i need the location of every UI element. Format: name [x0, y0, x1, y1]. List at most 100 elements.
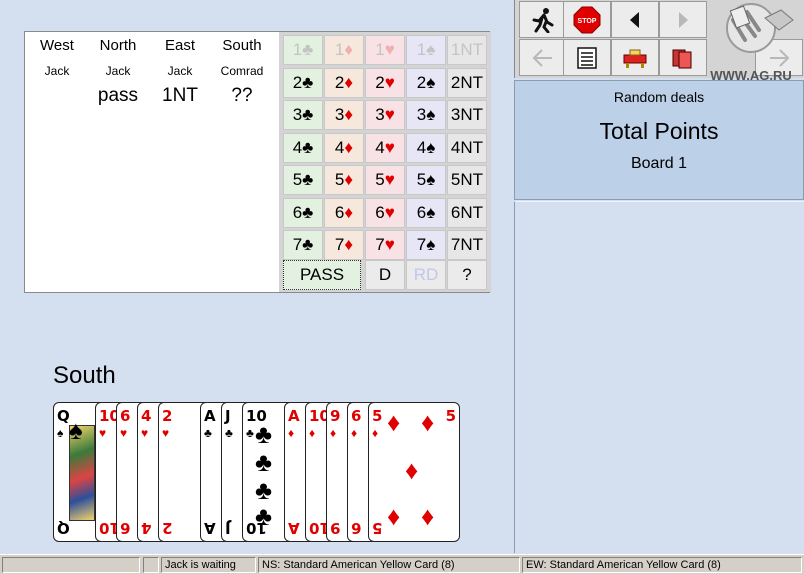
diamond-suit-icon: ♦ — [344, 170, 354, 189]
card-rank: 4 — [141, 519, 152, 537]
bid-2-spades[interactable]: 2♠ — [406, 67, 446, 98]
bid-7-spades[interactable]: 7♠ — [406, 230, 446, 260]
double-button[interactable]: D — [365, 260, 405, 290]
card-suit-icon: ♥ — [162, 426, 170, 440]
playing-card[interactable]: 5 ♦ 5 ♦ ♦ ♦ ♦ ♦ 5 — [368, 402, 460, 542]
bid-level: 4 — [375, 137, 385, 157]
back-arrow-icon[interactable] — [611, 1, 659, 38]
seat-player: Comrad — [220, 64, 264, 78]
card-center-pip: ♣ — [255, 447, 273, 477]
diamond-suit-icon: ♦ — [344, 137, 354, 157]
card-center-pip: ♠ — [69, 415, 83, 445]
bid-7-nt[interactable]: 7NT — [447, 230, 487, 260]
notrump-label: NT — [460, 105, 484, 124]
notrump-label: NT — [460, 137, 484, 157]
club-suit-icon: ♣ — [302, 105, 314, 124]
bid-1-spades[interactable]: 1♠ — [406, 35, 446, 65]
card-rank: 4 — [141, 407, 152, 425]
bid-5-hearts[interactable]: 5♥ — [365, 165, 405, 195]
card-suit-icon: ♦ — [288, 426, 295, 440]
bid-4-spades[interactable]: 4♠ — [406, 132, 446, 163]
bid-5-spades[interactable]: 5♠ — [406, 165, 446, 195]
seat-call: ?? — [231, 85, 253, 106]
bid-level: 6 — [450, 202, 461, 222]
card-suit-icon: ♣ — [246, 426, 254, 440]
bid-level: 1 — [292, 40, 303, 59]
pass-button[interactable]: PASS — [283, 260, 361, 290]
bid-3-hearts[interactable]: 3♥ — [365, 100, 405, 130]
bid-6-hearts[interactable]: 6♥ — [365, 197, 405, 228]
notrump-label: NT — [460, 170, 484, 189]
club-suit-icon: ♣ — [302, 40, 314, 59]
heart-suit-icon: ♥ — [384, 137, 395, 157]
bid-level: 4 — [416, 137, 427, 157]
seat-player: Jack — [167, 64, 193, 78]
forward-arrow-icon[interactable] — [659, 1, 707, 38]
card-center-pip: ♦ — [405, 455, 419, 485]
card-rank: 6 — [351, 519, 362, 537]
diamond-suit-icon: ♦ — [344, 105, 354, 124]
status-bar: Jack is waiting NS: Standard American Ye… — [0, 554, 804, 574]
card-center-pip: ♣ — [255, 419, 273, 449]
seat-name: East — [164, 37, 195, 54]
bid-level: 4 — [450, 137, 461, 157]
stop-icon[interactable]: STOP — [563, 1, 611, 38]
card-rank: 6 — [120, 519, 131, 537]
bid-3-spades[interactable]: 3♠ — [406, 100, 446, 130]
bid-7-hearts[interactable]: 7♥ — [365, 230, 405, 260]
bid-1-nt[interactable]: 1NT — [447, 35, 487, 65]
scoring-title: Total Points — [599, 118, 719, 144]
scoresheet-icon[interactable] — [563, 39, 611, 76]
heart-suit-icon: ♥ — [384, 40, 395, 59]
card-suit-icon: ♦ — [309, 426, 316, 440]
bid-level: 4 — [292, 137, 303, 157]
bid-5-diamonds[interactable]: 5♦ — [324, 165, 364, 195]
bid-6-nt[interactable]: 6NT — [447, 197, 487, 228]
bid-1-hearts[interactable]: 1♥ — [365, 35, 405, 65]
bid-7-diamonds[interactable]: 7♦ — [324, 230, 364, 260]
redouble-button[interactable]: RD — [406, 260, 446, 290]
bid-6-clubs[interactable]: 6♣ — [283, 197, 323, 228]
card-suit-icon: ♥ — [141, 426, 149, 440]
card-rank: 5 — [372, 519, 383, 537]
board-number: Board 1 — [630, 155, 688, 172]
bid-1-diamonds[interactable]: 1♦ — [324, 35, 364, 65]
bid-2-clubs[interactable]: 2♣ — [283, 67, 323, 98]
bid-3-nt[interactable]: 3NT — [447, 100, 487, 130]
bid-1-clubs[interactable]: 1♣ — [283, 35, 323, 65]
diamond-suit-icon: ♦ — [344, 235, 354, 254]
bid-6-spades[interactable]: 6♠ — [406, 197, 446, 228]
bid-level: 5 — [375, 170, 385, 189]
spade-suit-icon: ♠ — [426, 235, 436, 254]
club-suit-icon: ♣ — [302, 202, 314, 222]
bid-5-clubs[interactable]: 5♣ — [283, 165, 323, 195]
bid-level: 2 — [334, 72, 345, 92]
card-suit-icon: ♥ — [120, 426, 128, 440]
bid-3-clubs[interactable]: 3♣ — [283, 100, 323, 130]
bid-2-nt[interactable]: 2NT — [447, 67, 487, 98]
status-cell-indicator — [143, 557, 159, 573]
bid-level: 6 — [416, 202, 427, 222]
bid-6-diamonds[interactable]: 6♦ — [324, 197, 364, 228]
site-logo: WWW.AG.RU — [703, 0, 803, 88]
undo-arrow-icon[interactable] — [519, 39, 567, 76]
bid-4-nt[interactable]: 4NT — [447, 132, 487, 163]
hand-owner-label: South — [53, 362, 116, 389]
cards-icon[interactable] — [659, 39, 707, 76]
run-icon[interactable] — [519, 1, 567, 38]
heart-suit-icon: ♥ — [384, 202, 395, 222]
bid-4-hearts[interactable]: 4♥ — [365, 132, 405, 163]
card-rank: Q — [57, 519, 70, 537]
bid-4-diamonds[interactable]: 4♦ — [324, 132, 364, 163]
card-rank: 5 — [445, 407, 456, 425]
bid-3-diamonds[interactable]: 3♦ — [324, 100, 364, 130]
bid-level: 2 — [375, 72, 385, 92]
bid-2-diamonds[interactable]: 2♦ — [324, 67, 364, 98]
bid-2-hearts[interactable]: 2♥ — [365, 67, 405, 98]
bid-7-clubs[interactable]: 7♣ — [283, 230, 323, 260]
bid-5-nt[interactable]: 5NT — [447, 165, 487, 195]
table-icon[interactable] — [611, 39, 659, 76]
bid-4-clubs[interactable]: 4♣ — [283, 132, 323, 163]
help-button[interactable]: ? — [447, 260, 487, 290]
log-panel — [514, 201, 804, 553]
